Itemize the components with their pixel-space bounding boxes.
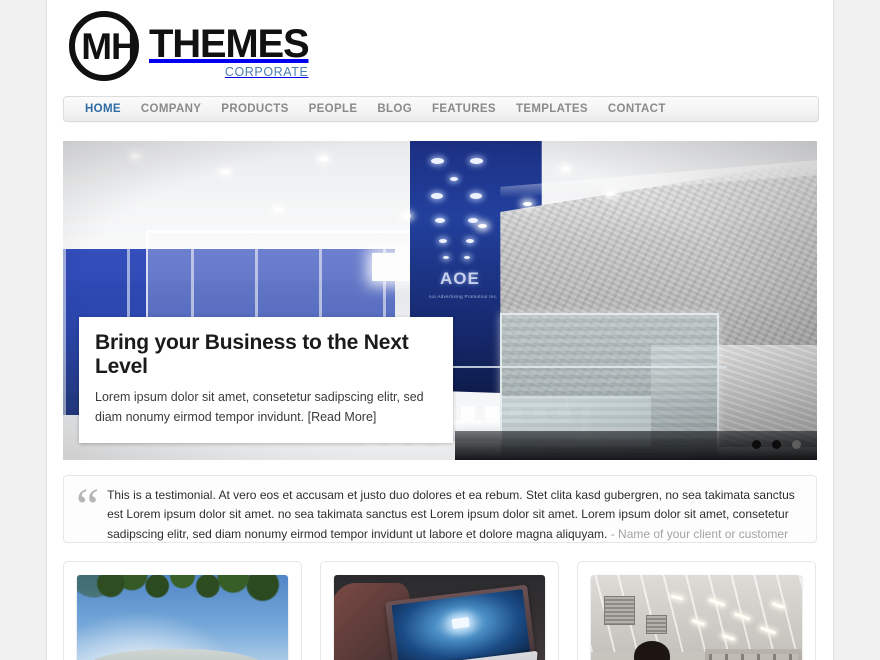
feature-card[interactable] xyxy=(63,561,302,660)
testimonial-author: - Name of your client or customer xyxy=(607,526,789,541)
nav-item-contact[interactable]: CONTACT xyxy=(598,97,676,121)
office-corridor-man-photo xyxy=(591,575,802,660)
testimonial-body: This is a testimonial. At vero eos et ac… xyxy=(107,484,804,541)
main-navigation[interactable]: HOME COMPANY PRODUCTS PEOPLE BLOG FEATUR… xyxy=(63,96,819,122)
quote-icon: “ xyxy=(76,479,100,536)
hero-description: Lorem ipsum dolor sit amet, consetetur s… xyxy=(95,390,424,424)
page-container: MH THEMES CORPORATE HOME COMPANY PRODUCT… xyxy=(46,0,834,660)
logo-name: THEMES xyxy=(149,22,310,66)
feature-card[interactable] xyxy=(577,561,816,660)
office-building-sky-photo xyxy=(77,575,288,660)
nav-item-products[interactable]: PRODUCTS xyxy=(211,97,298,121)
feature-card[interactable] xyxy=(320,561,559,660)
nav-item-company[interactable]: COMPANY xyxy=(131,97,211,121)
slider-dot-1[interactable] xyxy=(752,440,761,449)
nav-item-blog[interactable]: BLOG xyxy=(367,97,422,121)
logo-mark-text: MH xyxy=(81,25,138,67)
laptop-on-lap-photo xyxy=(334,575,545,660)
logo-tagline: CORPORATE xyxy=(224,65,309,79)
mh-monogram-icon: MH xyxy=(68,9,146,83)
nav-item-people[interactable]: PEOPLE xyxy=(299,97,368,121)
hero-caption: Bring your Business to the Next Level Lo… xyxy=(79,316,453,443)
nav-item-home[interactable]: HOME xyxy=(75,97,131,121)
slider-dot-2[interactable] xyxy=(772,440,781,449)
slider-pagination[interactable] xyxy=(752,440,801,449)
logo-wordmark: THEMES CORPORATE xyxy=(149,9,310,79)
site-logo[interactable]: MH THEMES CORPORATE xyxy=(68,9,310,83)
site-header: MH THEMES CORPORATE xyxy=(47,0,833,94)
hero-slider[interactable]: AOE Aoi Advertising Promotion Inc. xyxy=(63,141,817,460)
testimonial-block: “ This is a testimonial. At vero eos et … xyxy=(63,475,817,543)
slider-dot-3[interactable] xyxy=(792,440,801,449)
feature-card-list xyxy=(63,561,817,660)
nav-item-templates[interactable]: TEMPLATES xyxy=(506,97,598,121)
hero-title: Bring your Business to the Next Level xyxy=(95,330,409,379)
nav-item-features[interactable]: FEATURES xyxy=(422,97,506,121)
